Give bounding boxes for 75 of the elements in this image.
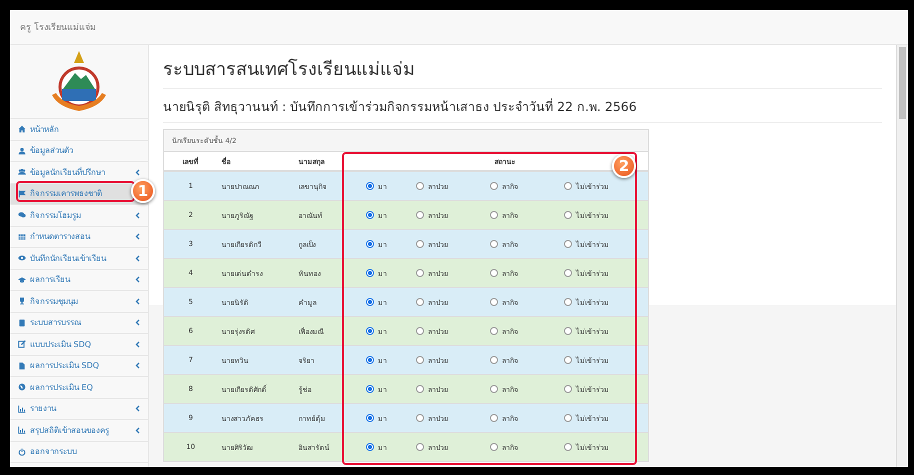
globe-icon <box>18 383 26 392</box>
radio-button[interactable] <box>490 327 498 335</box>
chat-icon <box>18 211 26 220</box>
sidebar-item[interactable]: กำหนดตารางสอน <box>10 226 148 248</box>
radio-button[interactable] <box>564 414 572 422</box>
sidebar-item[interactable]: ผลการเรียน <box>10 270 148 291</box>
graduation-cap-icon <box>18 276 26 284</box>
radio-button[interactable] <box>416 385 424 393</box>
radio-button[interactable] <box>490 298 498 306</box>
radio-button[interactable] <box>564 356 572 364</box>
users-icon <box>18 168 26 176</box>
sidebar-item[interactable]: ออกจากระบบ <box>10 442 148 463</box>
bar-chart-icon <box>18 426 26 434</box>
radio-button[interactable] <box>490 269 498 277</box>
radio-button[interactable] <box>366 182 374 190</box>
user-icon <box>18 146 26 155</box>
radio-button[interactable] <box>366 269 374 277</box>
home-icon <box>18 125 26 134</box>
radio-button[interactable] <box>490 385 498 393</box>
radio-button[interactable] <box>366 240 374 248</box>
sidebar-item[interactable]: กิจกรรมชุมนุม <box>10 291 148 312</box>
bar-chart-icon <box>18 404 26 413</box>
radio-button[interactable] <box>416 240 424 248</box>
document-icon <box>18 362 26 370</box>
radio-button[interactable] <box>564 182 572 190</box>
radio-button[interactable] <box>366 385 374 393</box>
radio-button[interactable] <box>366 298 374 306</box>
radio-button[interactable] <box>490 443 498 451</box>
radio-button[interactable] <box>366 327 374 335</box>
page-title: ระบบสารสนเทศโรงเรียนแม่แจ่ม <box>163 54 882 89</box>
radio-button[interactable] <box>416 182 424 190</box>
sidebar-item[interactable]: บันทึกนักเรียนเข้าเรียน <box>10 248 148 270</box>
sidebar-item[interactable]: ผลการประเมิน EQ <box>10 377 148 398</box>
sidebar-item[interactable]: ข้อมูลส่วนตัว <box>10 140 148 162</box>
book-icon <box>18 318 26 327</box>
radio-button[interactable] <box>416 298 424 306</box>
edit-icon <box>18 340 26 348</box>
radio-button[interactable] <box>564 443 572 451</box>
radio-button[interactable] <box>564 385 572 393</box>
radio-button[interactable] <box>416 327 424 335</box>
radio-button[interactable] <box>564 327 572 335</box>
radio-button[interactable] <box>416 414 424 422</box>
radio-button[interactable] <box>564 240 572 248</box>
radio-button[interactable] <box>366 414 374 422</box>
trophy-icon <box>18 297 26 306</box>
radio-button[interactable] <box>564 298 572 306</box>
radio-button[interactable] <box>490 211 498 219</box>
power-icon <box>18 448 26 456</box>
site-title: ครู โรงเรียนแม่แจ่ม <box>20 20 96 34</box>
radio-button[interactable] <box>416 269 424 277</box>
radio-button[interactable] <box>416 356 424 364</box>
radio-button[interactable] <box>416 211 424 219</box>
sidebar-item[interactable]: กิจกรรมโฮมรูม <box>10 205 148 226</box>
radio-button[interactable] <box>366 211 374 219</box>
radio-button[interactable] <box>564 269 572 277</box>
sidebar-item[interactable]: ระบบสารบรรณ <box>10 312 148 334</box>
radio-button[interactable] <box>366 356 374 364</box>
table-icon <box>18 232 26 241</box>
sidebar-item[interactable]: สรุปสถิติเข้าสอนของครู <box>10 420 148 442</box>
page-subtitle: นายนิรุติ สิทธุวานนท์ : บันทึกการเข้าร่วมกิจกรรมหน้าเสาธง ประจำวันที่ 22 ก.พ. 2566 <box>163 97 882 123</box>
sidebar-item[interactable]: แบบประเมิน SDQ <box>10 334 148 356</box>
scrollbar[interactable] <box>896 45 908 467</box>
radio-button[interactable] <box>490 240 498 248</box>
sidebar-item[interactable]: ผลการประเมิน SDQ <box>10 356 148 377</box>
radio-button[interactable] <box>416 443 424 451</box>
sidebar-item[interactable]: รายงาน <box>10 398 148 420</box>
radio-button[interactable] <box>490 356 498 364</box>
eye-icon <box>18 254 26 262</box>
flag-icon <box>18 190 26 198</box>
radio-button[interactable] <box>564 211 572 219</box>
sidebar-item[interactable]: หน้าหลัก <box>10 119 148 140</box>
radio-button[interactable] <box>366 443 374 451</box>
scrollbar-thumb[interactable] <box>899 47 906 119</box>
radio-button[interactable] <box>490 414 498 422</box>
radio-button[interactable] <box>490 182 498 190</box>
